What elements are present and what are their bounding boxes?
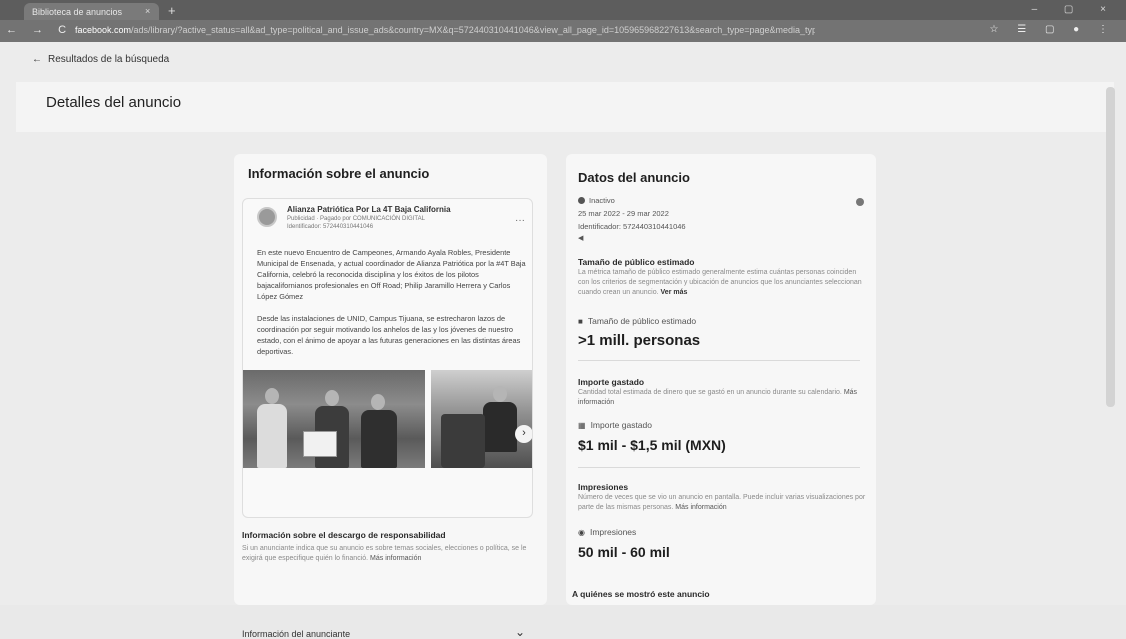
person-figure: [265, 388, 279, 404]
audience-value: >1 mill. personas: [578, 332, 701, 349]
audience-desc: La métrica tamaño de público estimado ge…: [578, 268, 868, 298]
person-figure: [325, 390, 339, 406]
ad-info-title: Información sobre el anuncio: [248, 166, 430, 181]
ad-body-paragraph: Desde las instalaciones de UNID, Campus …: [257, 314, 521, 356]
diploma-image: [303, 431, 337, 457]
back-label: Resultados de la búsqueda: [48, 54, 170, 65]
carousel-next-button[interactable]: ›: [515, 425, 532, 443]
eye-icon: ◉: [578, 528, 585, 537]
spend-label: ▦ Importe gastado: [578, 420, 652, 430]
status-line: Inactivo: [578, 196, 615, 205]
megaphone-icon: ◀: [578, 235, 584, 242]
person-figure: [257, 404, 287, 468]
chevron-down-icon[interactable]: ⌄: [515, 625, 525, 639]
info-icon[interactable]: [856, 198, 864, 206]
advertiser-info-toggle[interactable]: Información del anunciante: [242, 629, 350, 639]
back-arrow-icon: ←: [32, 54, 42, 65]
sponsor-line: Publicidad · Pagado por COMUNICACIÓN DIG…: [287, 216, 425, 222]
person-figure: [483, 402, 517, 452]
close-tab-icon[interactable]: ×: [145, 6, 150, 16]
page-title: Detalles del anuncio: [46, 94, 182, 111]
impressions-label-text: Impresiones: [589, 527, 637, 537]
podium: [441, 414, 485, 468]
browser-nav-buttons[interactable]: ← → C: [6, 24, 72, 36]
spend-label-text: Importe gastado: [590, 420, 652, 430]
browser-tab[interactable]: Biblioteca de anuncios: [24, 3, 159, 20]
scrollbar[interactable]: [1106, 87, 1115, 407]
spend-desc-text: Cantidad total estimada de dinero que se…: [578, 389, 842, 396]
ad-identifier: Identificador: 572440310441046: [578, 222, 686, 231]
audience-desc-text: La métrica tamaño de público estimado ge…: [578, 269, 862, 296]
impressions-desc: Número de veces que se vio un anuncio en…: [578, 493, 868, 513]
new-tab-button[interactable]: +: [168, 3, 176, 18]
disclaimer-title: Información sobre el descargo de respons…: [242, 530, 446, 540]
more-options-icon[interactable]: ···: [515, 215, 525, 226]
impressions-title: Impresiones: [578, 482, 629, 492]
status-text: Inactivo: [589, 196, 615, 205]
advertiser-name[interactable]: Alianza Patriótica Por La 4T Baja Califo…: [287, 205, 451, 214]
browser-tab-strip: Biblioteca de anuncios × + – ▢ ×: [0, 0, 1126, 20]
spend-title: Importe gastado: [578, 377, 645, 387]
people-icon: ■: [578, 317, 583, 326]
shown-to-title: A quiénes se mostró este anuncio: [572, 589, 710, 599]
browser-tab-title: Biblioteca de anuncios: [32, 7, 123, 17]
url-host: facebook.com: [75, 25, 132, 35]
page-content: ← Resultados de la búsqueda Detalles del …: [0, 42, 1126, 639]
spend-desc: Cantidad total estimada de dinero que se…: [578, 388, 868, 408]
disclaimer-more-info-link[interactable]: Más información: [370, 555, 421, 562]
ad-info-card: Información sobre el anuncio Alianza Pat…: [234, 154, 547, 639]
spend-value: $1 mil - $1,5 mil (MXN): [578, 437, 726, 453]
person-figure: [493, 386, 507, 402]
avatar[interactable]: [257, 207, 277, 227]
audience-label-text: Tamaño de público estimado: [587, 316, 697, 326]
toolbar-icons[interactable]: ☆ ☰ ▢ ● ⋮: [989, 24, 1116, 35]
run-dates: 25 mar 2022 - 29 mar 2022: [578, 209, 669, 218]
ad-image[interactable]: [431, 370, 532, 468]
ad-id-line: Identificador: 572440310441046: [287, 224, 374, 230]
url-path: /ads/library/?active_status=all&ad_type=…: [131, 25, 815, 35]
person-figure: [371, 394, 385, 410]
ad-body-paragraph: En este nuevo Encuentro de Campeones, Ar…: [257, 248, 526, 301]
impressions-value: 50 mil - 60 mil: [578, 544, 670, 560]
status-icon: [578, 197, 585, 204]
browser-toolbar: ← → C facebook.com/ads/library/?active_s…: [0, 20, 1126, 42]
impressions-more-info-link[interactable]: Más información: [675, 504, 726, 511]
audience-title: Tamaño de público estimado: [578, 257, 695, 267]
audience-label: ■ Tamaño de público estimado: [578, 316, 696, 326]
disclaimer-text: Si un anunciante indica que su anuncio e…: [242, 544, 538, 564]
money-icon: ▦: [578, 421, 586, 430]
back-to-results-link[interactable]: ← Resultados de la búsqueda: [32, 54, 169, 65]
ad-data-card: Datos del anuncio Inactivo 25 mar 2022 -…: [566, 154, 876, 605]
ad-data-title: Datos del anuncio: [578, 170, 690, 185]
divider: [578, 467, 860, 468]
address-bar[interactable]: facebook.com/ads/library/?active_status=…: [75, 23, 815, 38]
audience-see-more-link[interactable]: Ver más: [661, 289, 688, 296]
ad-preview: Alianza Patriótica Por La 4T Baja Califo…: [242, 198, 533, 518]
impressions-label: ◉ Impresiones: [578, 527, 636, 537]
ad-body-text: En este nuevo Encuentro de Campeones, Ar…: [257, 247, 529, 357]
window-controls[interactable]: – ▢ ×: [1032, 4, 1118, 15]
post-meta: Publicidad · Pagado por COMUNICACIÓN DIG…: [287, 215, 425, 231]
person-figure: [361, 410, 397, 468]
divider: [578, 360, 860, 361]
